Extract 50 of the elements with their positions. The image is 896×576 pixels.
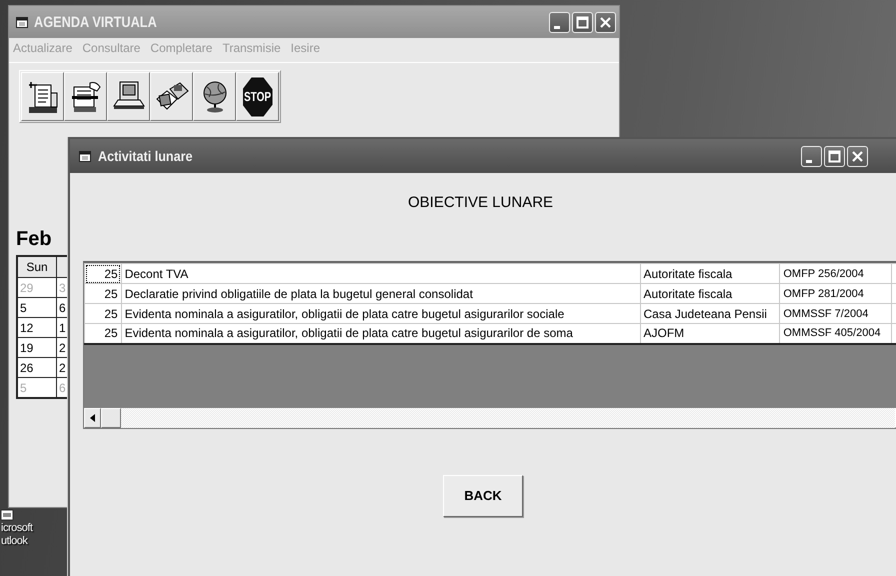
stop-sign-icon: STOP [242,77,272,116]
window-title: AGENDA VIRTUALA [34,14,158,30]
day-cell[interactable]: 26 [17,358,56,378]
weekday-header: Sun [17,256,56,278]
desktop-icon-label[interactable]: icrosoft utlook [1,522,32,548]
close-button[interactable] [595,12,616,32]
minimize-icon [806,160,812,162]
window-title: Activitati lunare [98,148,194,164]
horizontal-scrollbar[interactable] [84,408,896,428]
reference-cell: OMMSSF 7/2004 [780,304,892,324]
window-icon [16,16,28,28]
toolbar-button[interactable] [150,72,193,121]
close-icon [599,16,612,28]
toolbar-button[interactable] [193,72,236,121]
authority-cell: Autoritate fiscala [640,264,780,284]
day-cell[interactable]: 12 [17,318,56,338]
scroll-left-button[interactable] [84,408,101,428]
close-button[interactable] [847,146,868,166]
heading: OBIECTIVE LUNARE [408,194,554,211]
month-label: Feb [16,228,52,251]
day-cell[interactable]: 5 [17,298,56,318]
minimize-button[interactable] [801,146,822,166]
authority-cell: Casa Judeteana Pensii [640,304,780,324]
maximize-icon [828,150,841,162]
left-arrow-icon [90,414,95,422]
day-cell[interactable]: 19 [17,338,56,358]
toolbar-button[interactable] [64,72,107,121]
window-icon [79,150,91,162]
back-button[interactable]: BACK [443,474,523,516]
day-cell: 25 [84,264,122,284]
toolbar-button[interactable] [21,72,64,121]
maximize-icon [576,16,589,28]
maximize-button[interactable] [572,12,593,32]
authority-cell: Autoritate fiscala [640,284,780,304]
minimize-icon [554,26,560,28]
toolbar-button[interactable] [107,72,150,121]
day-cell: 25 [84,284,122,304]
toolbar-button[interactable]: STOP [236,72,279,121]
reference-cell: OMFP 281/2004 [780,284,892,304]
mail-icon[interactable] [0,508,14,522]
description-cell: Decont TVA [121,264,640,284]
description-cell: Declaratie privind obligatiile de plata la bugetul general consolidat [121,284,640,304]
day-cell: 25 [84,324,122,344]
scroll-thumb[interactable] [101,408,121,428]
close-icon [851,150,864,162]
description-cell: Evidenta nominala a asiguratilor, obligatii de plata catre bugetul asigurarilor sociale [121,304,640,324]
day-cell: 25 [84,304,122,324]
reference-cell: OMFP 256/2004 [780,264,892,284]
minimize-button[interactable] [549,12,570,32]
maximize-button[interactable] [824,146,845,166]
